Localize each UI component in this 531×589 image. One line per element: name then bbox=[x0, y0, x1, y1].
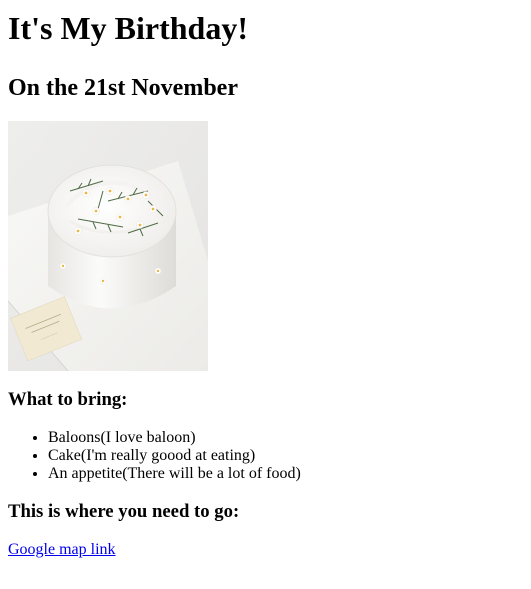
directions-heading: This is where you need to go: bbox=[8, 501, 240, 522]
page-subtitle: On the 21st November bbox=[8, 75, 238, 101]
list-item: Baloons(I love baloon) bbox=[48, 429, 523, 447]
list-item: An appetite(There will be a lot of food) bbox=[48, 465, 523, 483]
bring-list: Baloons(I love baloon) Cake(I'm really g… bbox=[8, 429, 523, 483]
list-item: Cake(I'm really goood at eating) bbox=[48, 447, 523, 465]
link-paragraph: Google map link bbox=[8, 541, 523, 559]
page-title: It's My Birthday! bbox=[8, 10, 248, 46]
cake-photo bbox=[8, 121, 208, 371]
bring-heading: What to bring: bbox=[8, 389, 128, 410]
google-map-link[interactable]: Google map link bbox=[8, 541, 116, 558]
page: It's My Birthday! On the 21st November W… bbox=[0, 10, 531, 559]
